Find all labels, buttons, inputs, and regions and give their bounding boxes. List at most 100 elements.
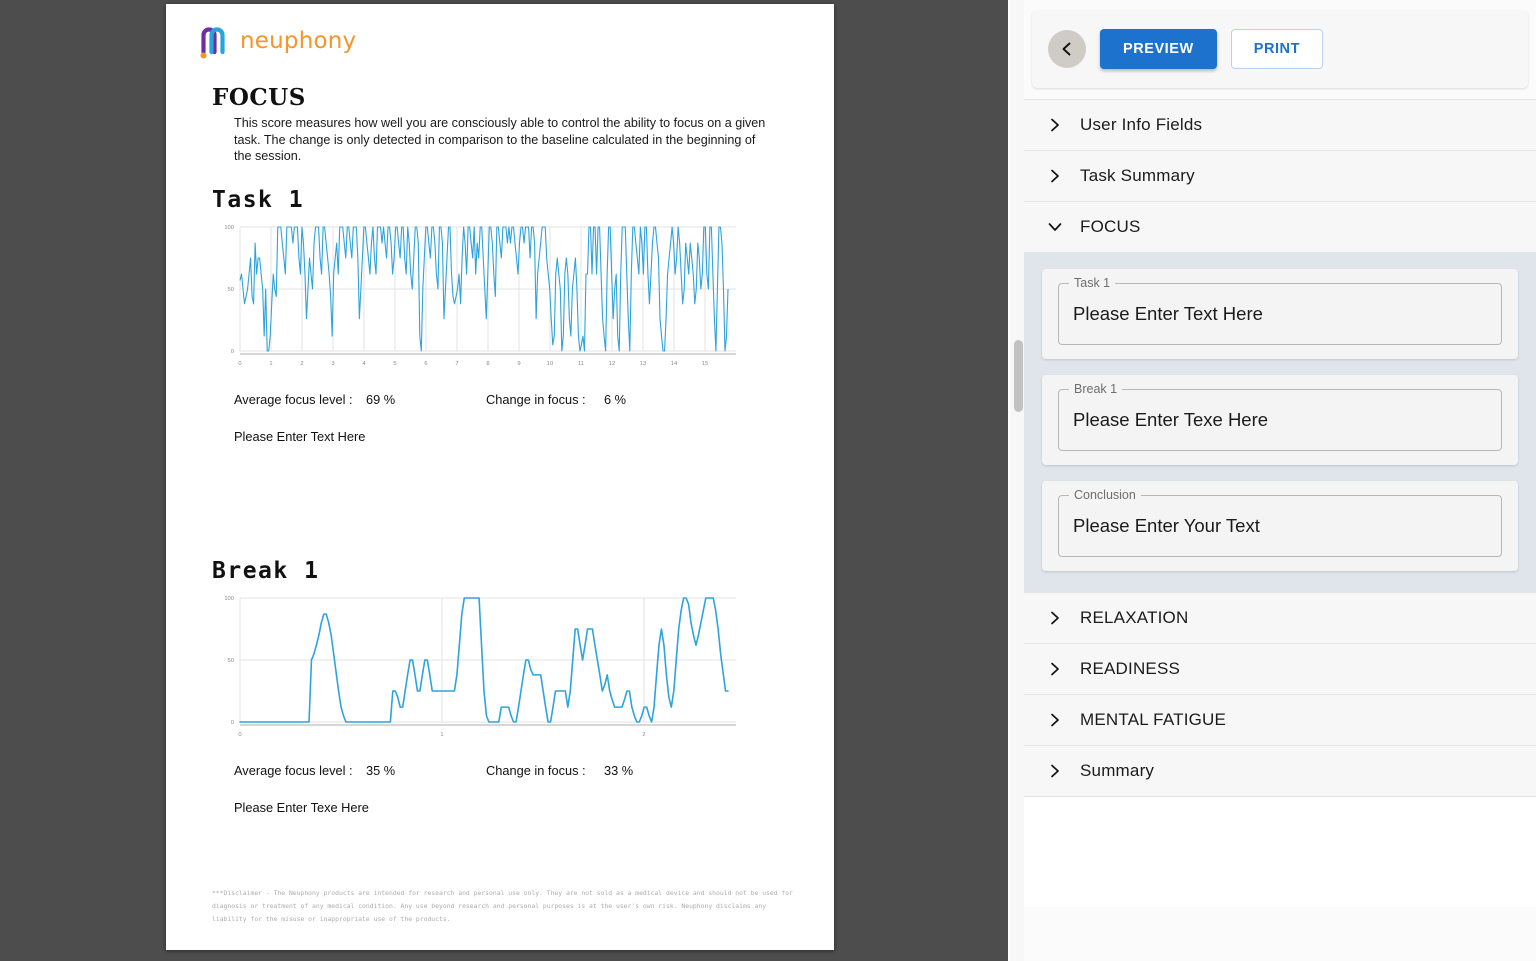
- avg-focus-value: 35 %: [366, 763, 396, 779]
- sidebar-item-label: MENTAL FATIGUE: [1080, 710, 1227, 729]
- chart-break1-grid: [239, 597, 736, 723]
- svg-text:0: 0: [238, 361, 241, 367]
- chevron-right-icon: [1046, 609, 1064, 627]
- change-focus-label: Change in focus :: [486, 392, 586, 408]
- svg-text:50: 50: [228, 287, 234, 293]
- break1-text-field[interactable]: Break 1 Please Enter Texe Here: [1058, 382, 1502, 451]
- chart-break1-yticks: 100 50 0: [224, 596, 234, 726]
- svg-text:12: 12: [609, 361, 615, 367]
- sidebar-item-mental-fatigue[interactable]: MENTAL FATIGUE: [1024, 694, 1536, 746]
- svg-text:4: 4: [362, 361, 366, 367]
- change-focus-value: 6 %: [604, 392, 627, 408]
- task1-field-value: Please Enter Text Here: [1073, 303, 1263, 324]
- sidebar-item-user-info-fields[interactable]: User Info Fields: [1024, 99, 1536, 151]
- svg-text:11: 11: [578, 361, 584, 367]
- preview-button[interactable]: PREVIEW: [1100, 29, 1217, 69]
- chevron-right-icon: [1046, 660, 1064, 678]
- chart-break1-xticks: 0 1 2: [238, 732, 645, 738]
- document-preview-pane: neuphony FOCUS This score measures how w…: [0, 0, 1008, 961]
- chevron-left-icon: [1062, 42, 1071, 56]
- svg-text:7: 7: [455, 361, 458, 367]
- sidebar-item-label: User Info Fields: [1080, 115, 1203, 134]
- field-card-conclusion: Conclusion Please Enter Your Text: [1042, 481, 1518, 571]
- back-button[interactable]: [1048, 30, 1086, 68]
- avg-focus-label: Average focus level :: [234, 763, 353, 779]
- neuphony-logo-icon: [200, 27, 225, 59]
- svg-text:0: 0: [238, 732, 241, 738]
- conclusion-field-value: Please Enter Your Text: [1073, 515, 1260, 536]
- brand-name: neuphony: [240, 27, 357, 54]
- chevron-down-icon: [1046, 218, 1064, 236]
- section-description: This score measures how well you are con…: [234, 116, 766, 164]
- chevron-right-icon: [1046, 167, 1064, 185]
- chart-task1-yticks: 100 50 0: [224, 225, 234, 355]
- chart-task1-xticks: 012 345 678 9 10 11 12 13 14 15: [238, 361, 708, 367]
- change-focus-value: 33 %: [604, 763, 634, 779]
- editor-accordion: User Info Fields Task Summary FOCUS Task…: [1024, 99, 1536, 907]
- sidebar-item-summary[interactable]: Summary: [1024, 745, 1536, 797]
- chart-task1: 100 50 0 012 345 678 9 10 11 12 13 14 15: [212, 219, 772, 374]
- svg-text:15: 15: [702, 361, 708, 367]
- task1-text-field[interactable]: Task 1 Please Enter Text Here: [1058, 276, 1502, 345]
- note-task1: Please Enter Text Here: [234, 429, 366, 445]
- chart-task1-svg: 100 50 0 012 345 678 9 10 11 12 13 14 15: [224, 225, 736, 367]
- chevron-right-icon: [1046, 711, 1064, 729]
- metrics-task1: Average focus level : 69 % Change in foc…: [234, 392, 764, 407]
- editor-toolbar: PREVIEW PRINT: [1032, 10, 1528, 88]
- note-break1: Please Enter Texe Here: [234, 800, 369, 816]
- svg-text:0: 0: [231, 349, 234, 355]
- field-card-break1: Break 1 Please Enter Texe Here: [1042, 375, 1518, 465]
- svg-text:1: 1: [269, 361, 272, 367]
- sidebar-item-relaxation[interactable]: RELAXATION: [1024, 592, 1536, 644]
- change-focus-label: Change in focus :: [486, 763, 586, 779]
- block-heading-break1: Break 1: [212, 558, 320, 585]
- editor-empty-area: [1024, 797, 1536, 907]
- svg-text:50: 50: [228, 658, 234, 664]
- svg-text:0: 0: [231, 720, 234, 726]
- editor-scrollbar[interactable]: [1010, 0, 1024, 961]
- svg-text:3: 3: [331, 361, 334, 367]
- svg-text:9: 9: [517, 361, 520, 367]
- conclusion-field-label: Conclusion: [1069, 488, 1141, 502]
- editor-content: PREVIEW PRINT User Info Fields Task Summ…: [1024, 0, 1536, 961]
- svg-text:100: 100: [224, 225, 234, 231]
- app-root: neuphony FOCUS This score measures how w…: [0, 0, 1536, 961]
- sidebar-item-label: FOCUS: [1080, 217, 1141, 236]
- svg-text:6: 6: [424, 361, 427, 367]
- sidebar-item-focus[interactable]: FOCUS: [1024, 201, 1536, 253]
- avg-focus-value: 69 %: [366, 392, 396, 408]
- conclusion-text-field[interactable]: Conclusion Please Enter Your Text: [1058, 488, 1502, 557]
- editor-pane: PREVIEW PRINT User Info Fields Task Summ…: [1008, 0, 1536, 961]
- chevron-right-icon: [1046, 762, 1064, 780]
- sidebar-item-label: Summary: [1080, 761, 1155, 780]
- break1-field-label: Break 1: [1069, 382, 1123, 396]
- svg-text:2: 2: [642, 732, 645, 738]
- svg-text:14: 14: [671, 361, 678, 367]
- editor-scrollbar-thumb[interactable]: [1014, 340, 1023, 412]
- page-title: FOCUS: [212, 84, 306, 111]
- svg-text:8: 8: [486, 361, 489, 367]
- field-card-task1: Task 1 Please Enter Text Here: [1042, 269, 1518, 359]
- svg-text:5: 5: [393, 361, 396, 367]
- metrics-break1: Average focus level : 35 % Change in foc…: [234, 763, 764, 778]
- chevron-right-icon: [1046, 116, 1064, 134]
- sidebar-item-task-summary[interactable]: Task Summary: [1024, 150, 1536, 202]
- report-page: neuphony FOCUS This score measures how w…: [166, 4, 834, 950]
- print-button[interactable]: PRINT: [1230, 29, 1323, 69]
- svg-text:2: 2: [300, 361, 303, 367]
- svg-text:13: 13: [640, 361, 646, 367]
- chart-break1-svg: 100 50 0 0 1 2: [224, 596, 736, 738]
- brand-logo: neuphony: [166, 4, 834, 60]
- sidebar-item-label: Task Summary: [1080, 166, 1195, 185]
- sidebar-item-readiness[interactable]: READINESS: [1024, 643, 1536, 695]
- disclaimer-text: ***Disclaimer - The Neuphony products ar…: [212, 888, 793, 923]
- svg-text:1: 1: [440, 732, 443, 738]
- sidebar-item-label: RELAXATION: [1080, 608, 1189, 627]
- svg-text:100: 100: [224, 596, 234, 602]
- sidebar-item-label: READINESS: [1080, 659, 1181, 678]
- svg-text:10: 10: [547, 361, 553, 367]
- focus-panel-body: Task 1 Please Enter Text Here Break 1 Pl…: [1024, 253, 1536, 593]
- avg-focus-label: Average focus level :: [234, 392, 353, 408]
- block-heading-task1: Task 1: [212, 187, 305, 214]
